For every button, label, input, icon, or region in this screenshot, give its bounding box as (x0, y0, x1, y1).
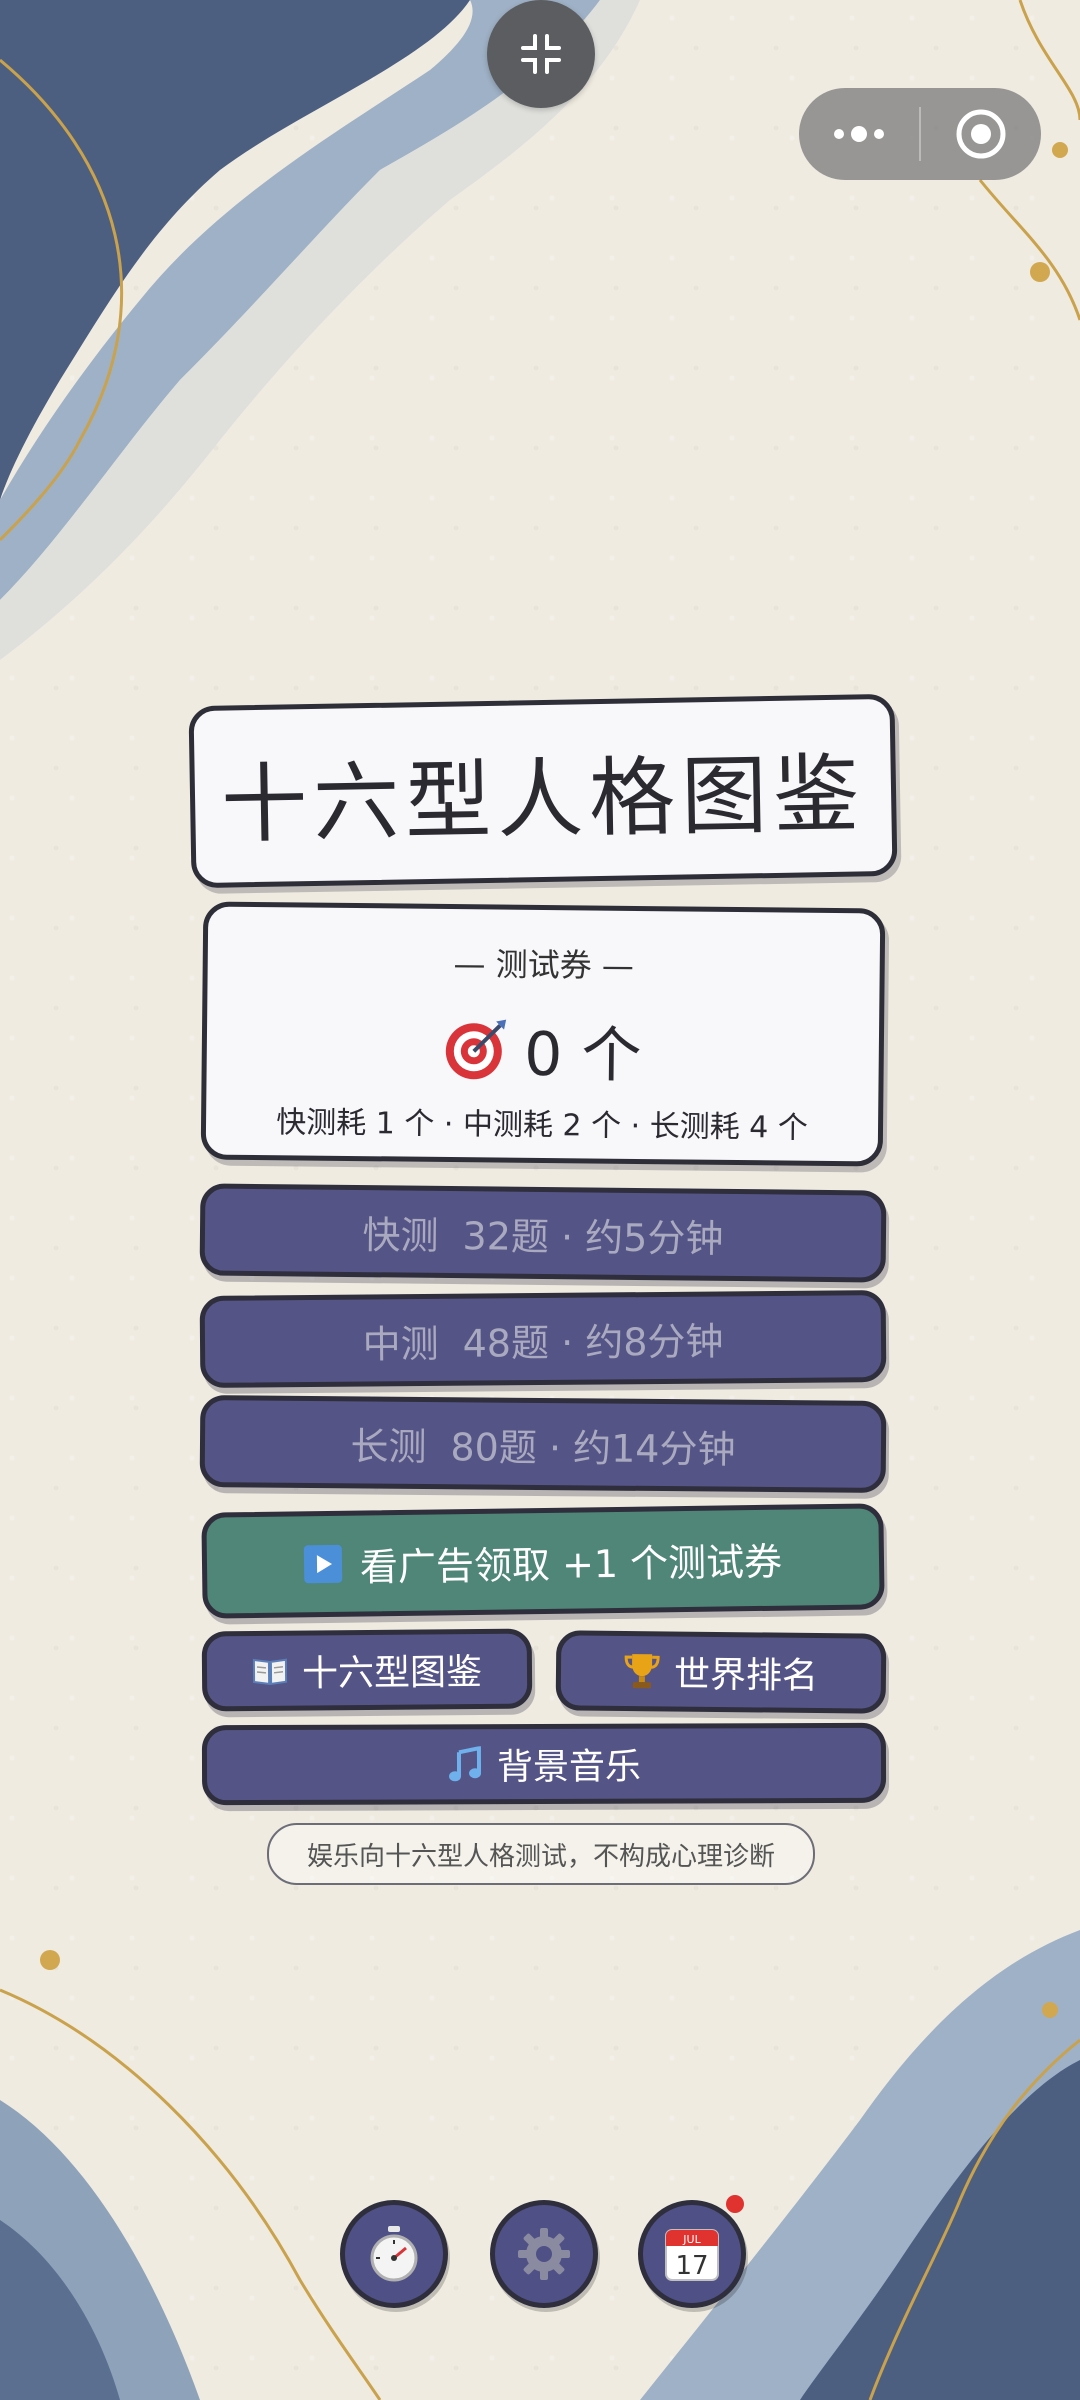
collapse-icon (521, 34, 561, 74)
close-miniprogram-button[interactable] (921, 88, 1041, 180)
play-icon (303, 1544, 343, 1584)
book-icon (252, 1656, 288, 1686)
watch-ad-label: 看广告领取 +1 个测试券 (359, 1539, 783, 1590)
long-test-button[interactable]: 长测 80题 · 约14分钟 (199, 1395, 887, 1493)
dart-target-icon (446, 1019, 507, 1079)
menu-capsule (799, 88, 1041, 180)
voucher-card: — 测试券 — 0 个 快测耗 1 个 · 中测耗 2 个 · 长测耗 4 个 (200, 901, 886, 1167)
mode-name: 长测 (350, 1423, 427, 1469)
voucher-count-row: 0 个 (206, 1002, 879, 1096)
voucher-header: — 测试券 — (453, 945, 635, 985)
voucher-count: 0 个 (523, 1019, 642, 1092)
calendar-icon: JUL 17 (665, 2229, 719, 2281)
title-card: 十六型人格图鉴 (188, 693, 898, 889)
target-close-icon (956, 109, 1006, 159)
mode-detail: 32题 · 约5分钟 (462, 1213, 724, 1261)
calendar-day: 17 (675, 2251, 708, 2281)
calendar-button[interactable]: JUL 17 (638, 2200, 746, 2308)
notification-dot (726, 2195, 744, 2213)
app-root: 十六型人格图鉴 — 测试券 — 0 个 快测耗 1 个 · 中测耗 2 个 · … (0, 0, 1080, 2400)
ranking-label: 世界排名 (673, 1654, 819, 1698)
background-music-button[interactable]: 背景音乐 (201, 1722, 887, 1806)
gallery-label: 十六型图鉴 (301, 1651, 483, 1695)
settings-button[interactable] (490, 2200, 598, 2308)
collapse-button[interactable] (487, 0, 595, 108)
medium-test-button[interactable]: 中测 48题 · 约8分钟 (199, 1290, 887, 1388)
more-dots-icon (834, 126, 884, 142)
music-note-icon (447, 1746, 483, 1782)
more-button[interactable] (799, 88, 919, 180)
mode-name: 中测 (362, 1321, 439, 1367)
calendar-month: JUL (682, 2233, 701, 2246)
stopwatch-icon (370, 2226, 418, 2282)
disclaimer-pill: 娱乐向十六型人格测试，不构成心理诊断 (267, 1823, 815, 1885)
ranking-button[interactable]: 世界排名 (555, 1630, 887, 1714)
mode-name: 快测 (362, 1212, 439, 1258)
disclaimer-text: 娱乐向十六型人格测试，不构成心理诊断 (306, 1841, 775, 1872)
quick-test-button[interactable]: 快测 32题 · 约5分钟 (199, 1183, 887, 1283)
mode-detail: 48题 · 约8分钟 (462, 1318, 724, 1366)
page-title: 十六型人格图鉴 (220, 743, 866, 856)
music-label: 背景音乐 (496, 1746, 642, 1789)
gear-icon (518, 2228, 570, 2280)
voucher-cost-rule: 快测耗 1 个 · 中测耗 2 个 · 长测耗 4 个 (276, 1105, 809, 1146)
timer-button[interactable] (340, 2200, 448, 2308)
gallery-button[interactable]: 十六型图鉴 (201, 1628, 533, 1712)
mode-detail: 80题 · 约14分钟 (450, 1424, 736, 1472)
watch-ad-button[interactable]: 看广告领取 +1 个测试券 (201, 1503, 885, 1619)
trophy-icon (624, 1652, 660, 1690)
